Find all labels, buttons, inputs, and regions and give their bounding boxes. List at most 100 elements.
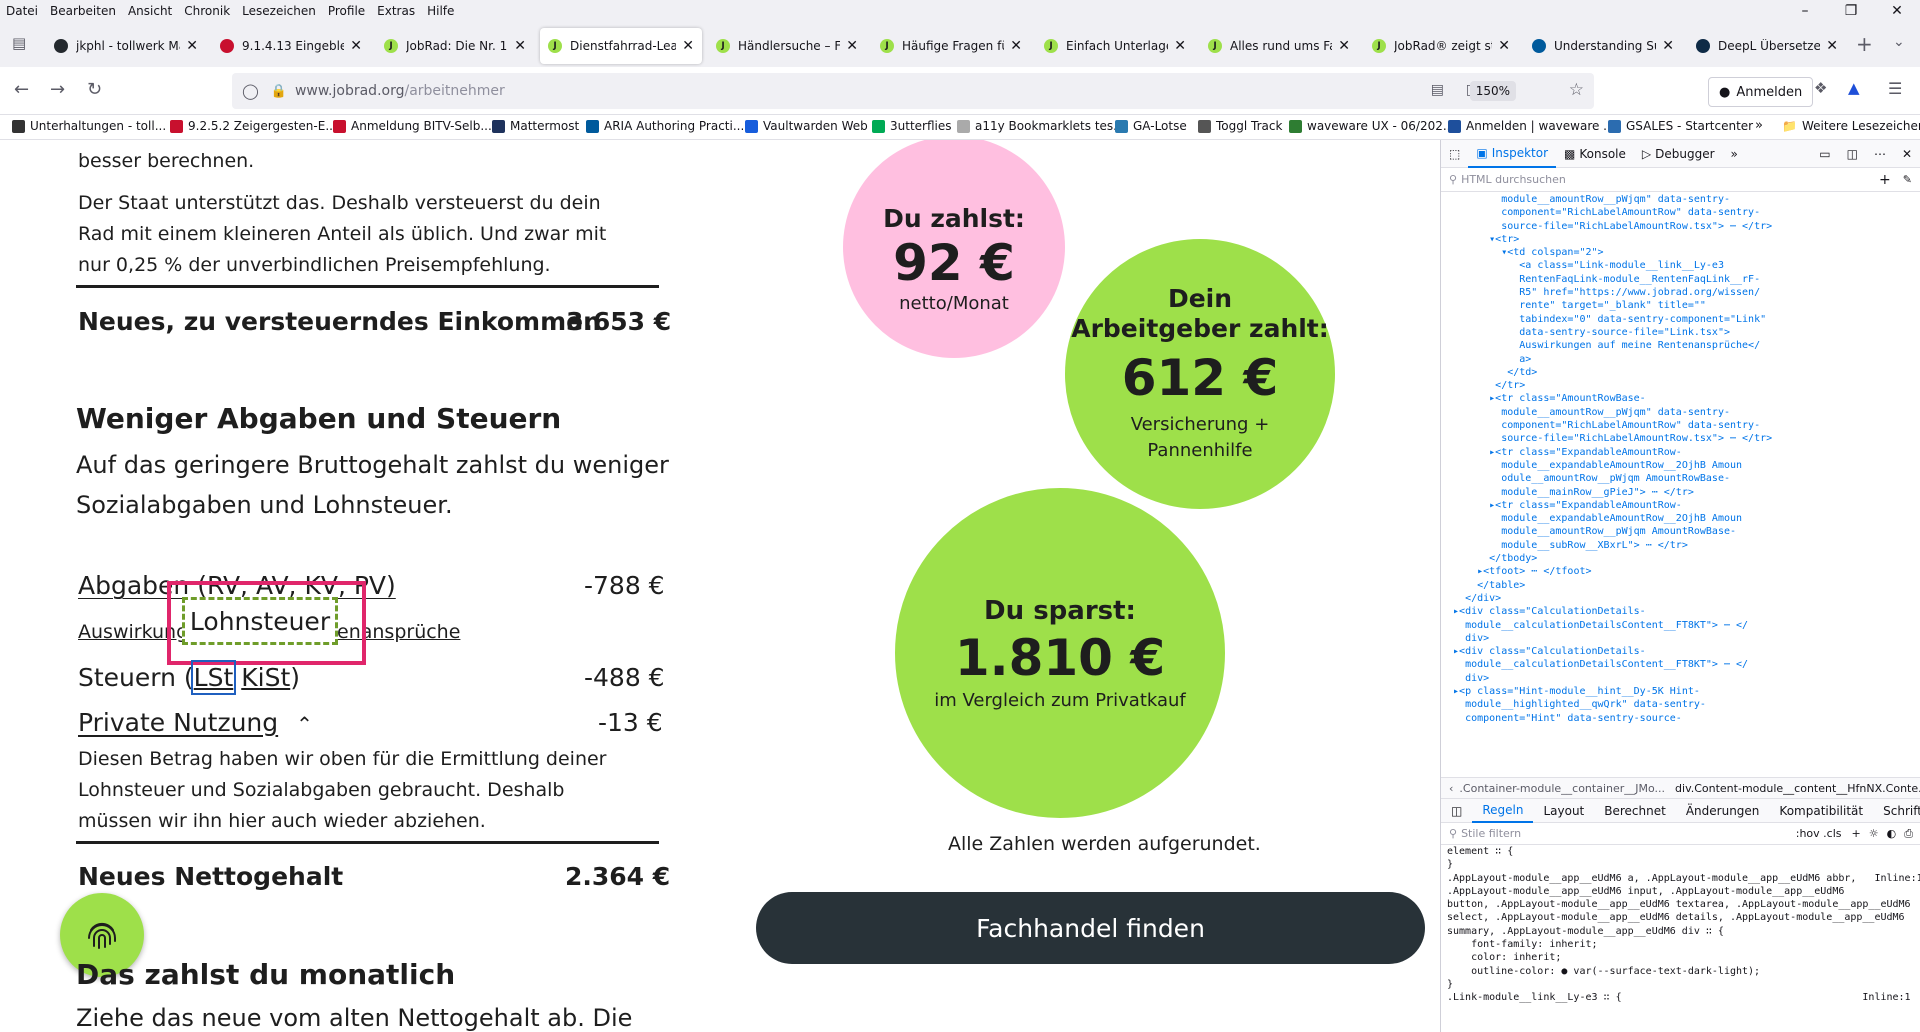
close-tab-icon[interactable]: ✕ [186,38,198,54]
markup-line[interactable]: component="RichLabelAmountRow" data-sent… [1441,419,1920,432]
menu-hilfe[interactable]: Hilfe [421,4,460,18]
tab-berechnet[interactable]: Berechnet [1594,804,1676,818]
more-tabs-icon[interactable]: » [1723,140,1746,168]
bookmark-item[interactable]: Anmeldung BITV-Selb... [333,119,492,133]
element-picker-icon[interactable]: ⬚ [1441,140,1468,168]
bookmark-item[interactable]: a11y Bookmarklets tes... [957,119,1125,133]
tab-aenderungen[interactable]: Änderungen [1676,804,1770,818]
lock-icon[interactable]: 🔒 [271,84,287,99]
markup-line[interactable]: Auswirkungen auf meine Rentenansprüche</ [1441,339,1920,352]
tab-konsole[interactable]: ▩ Konsole [1556,140,1634,168]
chevron-left-icon[interactable]: ‹ [1449,782,1453,795]
close-tab-icon[interactable]: ✕ [846,38,858,54]
bookmark-item[interactable]: Vaultwarden Web [745,119,868,133]
markup-line[interactable]: div> [1441,672,1920,685]
markup-line[interactable]: module__amountRow__pWjqm AmountRowBase- [1441,525,1920,538]
bookmarks-overflow-icon[interactable]: » [1755,118,1763,133]
close-tab-icon[interactable]: ✕ [1662,38,1674,54]
close-tab-icon[interactable]: ✕ [1498,38,1510,54]
bookmark-item[interactable]: Mattermost [492,119,579,133]
tab-5[interactable]: J Häufige Fragen für ✕ [872,28,1030,64]
markup-line[interactable]: module__calculationDetailsContent__FT8KT… [1441,619,1920,632]
close-tab-icon[interactable]: ✕ [1826,38,1838,54]
tab-4[interactable]: J Händlersuche – Finc ✕ [708,28,866,64]
bookmark-item[interactable]: waveware UX - 06/202... [1289,119,1454,133]
close-devtools-icon[interactable]: ✕ [1894,140,1920,168]
tab-kompatibilitaet[interactable]: Kompatibilität [1769,804,1873,818]
markup-line[interactable]: ▸<tr class="AmountRowBase- [1441,392,1920,405]
markup-line[interactable]: </tbody> [1441,552,1920,565]
markup-line[interactable]: data-sentry-source-file="Link.tsx"> [1441,326,1920,339]
markup-line[interactable]: module__expandableAmountRow__2OjhB Amoun [1441,512,1920,525]
shield-extension-icon[interactable]: ▲ [1848,79,1860,97]
lst-abbreviation[interactable]: LSt [190,660,237,695]
reader-view-icon[interactable]: ▤ [1431,82,1444,98]
markup-line[interactable]: </table> [1441,579,1920,592]
markup-line[interactable]: module__subRow__XBxrL"> ⋯ </tr> [1441,539,1920,552]
sidebar-toggle-icon[interactable]: ◫ [1441,804,1472,818]
tab-regeln[interactable]: Regeln [1472,799,1534,823]
tab-9[interactable]: Understanding Succ ✕ [1524,28,1682,64]
bookmark-item[interactable]: 9.2.5.2 Zeigergesten-E... [170,119,337,133]
dock-side-icon[interactable]: ◫ [1839,140,1866,168]
markup-line[interactable]: </div> [1441,592,1920,605]
tab-2[interactable]: J JobRad: Die Nr. 1 fü ✕ [376,28,534,64]
add-rule-icon[interactable]: + [1851,827,1860,840]
markup-line[interactable]: ▸<div class="CalculationDetails- [1441,645,1920,658]
breadcrumb-item-current[interactable]: div.Content-module__content__HfnNX.Conte… [1675,782,1920,795]
close-tab-icon[interactable]: ✕ [1010,38,1022,54]
tab-1[interactable]: 9.1.4.13 Eingeblende ✕ [212,28,370,64]
add-node-icon[interactable]: + [1879,172,1891,188]
markup-line[interactable]: RentenFaqLink-module__RentenFaqLink__rF- [1441,273,1920,286]
markup-line[interactable]: ▸<tr class="ExpandableAmountRow- [1441,499,1920,512]
bookmark-more-folder[interactable]: 📁 Weitere Lesezeichen [1782,119,1920,133]
tab-debugger[interactable]: ▷ Debugger [1634,140,1723,168]
tab-inspektor[interactable]: ▣ Inspektor [1468,140,1557,168]
markup-line[interactable]: ▸<div class="CalculationDetails- [1441,605,1920,618]
markup-line[interactable]: ▸<tr class="ExpandableAmountRow- [1441,446,1920,459]
markup-line[interactable]: </td> [1441,366,1920,379]
light-mode-icon[interactable]: ☼ [1869,827,1879,840]
bookmark-item[interactable]: Unterhaltungen - toll... [12,119,166,133]
tab-7[interactable]: J Alles rund ums Fahr ✕ [1200,28,1358,64]
menu-bearbeiten[interactable]: Bearbeiten [44,4,122,18]
menu-datei[interactable]: Datei [0,4,44,18]
html-search-input[interactable]: ⚲ HTML durchsuchen + ✎ [1441,168,1920,192]
tab-list-chevron-icon[interactable]: ⌄ [1893,34,1905,50]
tab-10[interactable]: DeepL Übersetzer: D ✕ [1688,28,1846,64]
signin-button[interactable]: ● Anmelden [1708,77,1814,107]
breadcrumb-item[interactable]: .Container-module__container__JMo... [1459,782,1665,795]
markup-line[interactable]: R5" href="https://www.jobrad.org/wissen/ [1441,286,1920,299]
markup-line[interactable]: source-file="RichLabelAmountRow.tsx"> ⋯ … [1441,220,1920,233]
markup-line[interactable]: module__calculationDetailsContent__FT8KT… [1441,658,1920,671]
close-tab-icon[interactable]: ✕ [350,38,362,54]
pseudo-class-toggles[interactable]: :hov .cls [1796,827,1842,840]
markup-line[interactable]: component="RichLabelAmountRow" data-sent… [1441,206,1920,219]
devtools-options-icon[interactable]: ⋯ [1866,140,1894,168]
markup-line[interactable]: rente" target="_blank" title="" [1441,299,1920,312]
bookmark-item[interactable]: Anmelden | waveware ... [1448,119,1615,133]
markup-line[interactable]: ▸<tfoot> ⋯ </tfoot> [1441,565,1920,578]
private-nutzung-toggle[interactable]: Private Nutzung ⌃ [78,708,313,737]
bookmark-star-icon[interactable]: ☆ [1569,80,1584,100]
menu-extras[interactable]: Extras [371,4,421,18]
menu-ansicht[interactable]: Ansicht [122,4,178,18]
responsive-design-icon[interactable]: ▭ [1811,140,1838,168]
markup-line[interactable]: module__mainRow__gPieJ"> ⋯ </tr> [1441,486,1920,499]
markup-line[interactable]: component="Hint" data-sentry-source- [1441,712,1920,725]
close-tab-icon[interactable]: ✕ [1174,38,1186,54]
menu-hamburger-icon[interactable]: ☰ [1888,79,1902,98]
new-tab-icon[interactable]: + [1856,32,1873,56]
tab-overview-icon[interactable]: ▤ [12,34,26,52]
markup-line[interactable]: a> [1441,353,1920,366]
tab-0[interactable]: jkphl - tollwerk Mat ✕ [46,28,206,64]
bookmark-item[interactable]: Toggl Track [1198,119,1282,133]
markup-line[interactable]: div> [1441,632,1920,645]
bookmark-item[interactable]: ARIA Authoring Practi... [586,119,744,133]
markup-line[interactable]: tabindex="0" data-sentry-component="Link… [1441,313,1920,326]
tab-3[interactable]: J Dienstfahrrad-Leasi ✕ [540,28,702,64]
markup-line[interactable]: ▾<tr> [1441,233,1920,246]
markup-line[interactable]: module__highlighted__qwQrk" data-sentry- [1441,698,1920,711]
bookmark-item[interactable]: GA-Lotse [1115,119,1187,133]
menu-profile[interactable]: Profile [322,4,371,18]
